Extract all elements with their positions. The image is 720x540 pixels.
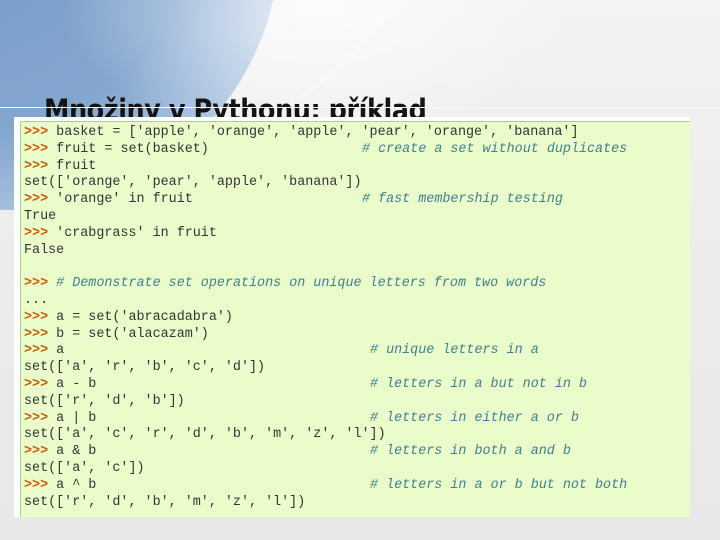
prompt-marker: >>>: [24, 225, 49, 241]
code-input: a & b: [56, 444, 97, 460]
code-input: basket = ['apple', 'orange', 'apple', 'p…: [56, 125, 579, 140]
code-line: set(['a', 'c', 'r', 'd', 'b', 'm', 'z', …: [24, 427, 690, 444]
prompt-marker: >>>: [24, 125, 49, 140]
code-line: set(['a', 'r', 'b', 'c', 'd']): [24, 360, 690, 377]
code-input: b = set('alacazam'): [56, 326, 209, 342]
code-line: >>> basket = ['apple', 'orange', 'apple'…: [24, 125, 690, 142]
code-output: set(['a', 'c', 'r', 'd', 'b', 'm', 'z', …: [24, 427, 386, 443]
code-line: >>> # Demonstrate set operations on uniq…: [24, 276, 690, 293]
code-input: a | b: [56, 410, 97, 426]
code-output: set(['r', 'd', 'b']): [24, 393, 185, 409]
code-input: a ^ b: [56, 477, 97, 493]
code-line: set(['r', 'd', 'b', 'm', 'z', 'l']): [24, 495, 690, 512]
prompt-marker: >>>: [24, 141, 49, 157]
prompt-marker: >>>: [24, 192, 49, 208]
code-block: >>> basket = ['apple', 'orange', 'apple'…: [20, 121, 690, 517]
prompt-marker: >>>: [24, 376, 49, 392]
code-comment: # Demonstrate set operations on unique l…: [56, 276, 547, 292]
code-input: a: [56, 343, 65, 359]
code-line: >>> fruit = set(basket) # create a set wi…: [24, 142, 690, 159]
title-divider: [0, 107, 720, 108]
code-output: set(['r', 'd', 'b', 'm', 'z', 'l']): [24, 494, 306, 510]
code-output: set(['orange', 'pear', 'apple', 'banana'…: [24, 175, 362, 191]
code-comment: # letters in both a and b: [370, 444, 571, 460]
code-input: a = set('abracadabra'): [56, 309, 233, 325]
code-comment: # unique letters in a: [370, 343, 539, 359]
code-output: False: [24, 242, 65, 258]
code-panel: >>> basket = ['apple', 'orange', 'apple'…: [14, 117, 690, 517]
prompt-marker: >>>: [24, 326, 49, 342]
code-input: fruit = set(basket): [56, 141, 209, 157]
prompt-marker: >>>: [24, 477, 49, 493]
code-line: >>> b = set('alacazam'): [24, 327, 690, 344]
code-line: >>> fruit: [24, 159, 690, 176]
continuation-marker: ...: [24, 292, 49, 308]
code-line: >>> 'orange' in fruit # fast membership t…: [24, 192, 690, 209]
code-input: 'crabgrass' in fruit: [56, 225, 217, 241]
code-input: fruit: [56, 158, 97, 174]
code-line: >>> a - b # letters in a but not in b: [24, 377, 690, 394]
code-line: False: [24, 243, 690, 260]
prompt-marker: >>>: [24, 343, 49, 359]
code-comment: # letters in either a or b: [370, 410, 579, 426]
prompt-marker: >>>: [24, 444, 49, 460]
prompt-marker: >>>: [24, 309, 49, 325]
code-output: set(['a', 'r', 'b', 'c', 'd']): [24, 360, 266, 376]
code-comment: # letters in a or b but not both: [370, 477, 628, 493]
code-input: 'orange' in fruit: [56, 192, 193, 208]
code-line: True: [24, 209, 690, 226]
code-input: a - b: [56, 376, 97, 392]
code-line: >>> a | b # letters in either a or b: [24, 411, 690, 428]
code-line: >>> 'crabgrass' in fruit: [24, 226, 690, 243]
code-output: True: [24, 208, 57, 224]
code-line: >>> a # unique letters in a: [24, 343, 690, 360]
code-line: set(['r', 'd', 'b']): [24, 394, 690, 411]
prompt-marker: >>>: [24, 276, 49, 292]
code-comment: # fast membership testing: [362, 192, 563, 208]
code-line: ...: [24, 293, 690, 310]
code-comment: # create a set without duplicates: [362, 141, 628, 157]
code-comment: # letters in a but not in b: [370, 376, 587, 392]
prompt-marker: >>>: [24, 158, 49, 174]
code-line: set(['a', 'c']): [24, 461, 690, 478]
code-output: set(['a', 'c']): [24, 460, 145, 476]
code-line: >>> a = set('abracadabra'): [24, 310, 690, 327]
prompt-marker: >>>: [24, 410, 49, 426]
code-line: set(['orange', 'pear', 'apple', 'banana'…: [24, 175, 690, 192]
code-line: >>> a & b # letters in both a and b: [24, 444, 690, 461]
code-line: >>> a ^ b # letters in a or b but not bot…: [24, 478, 690, 495]
